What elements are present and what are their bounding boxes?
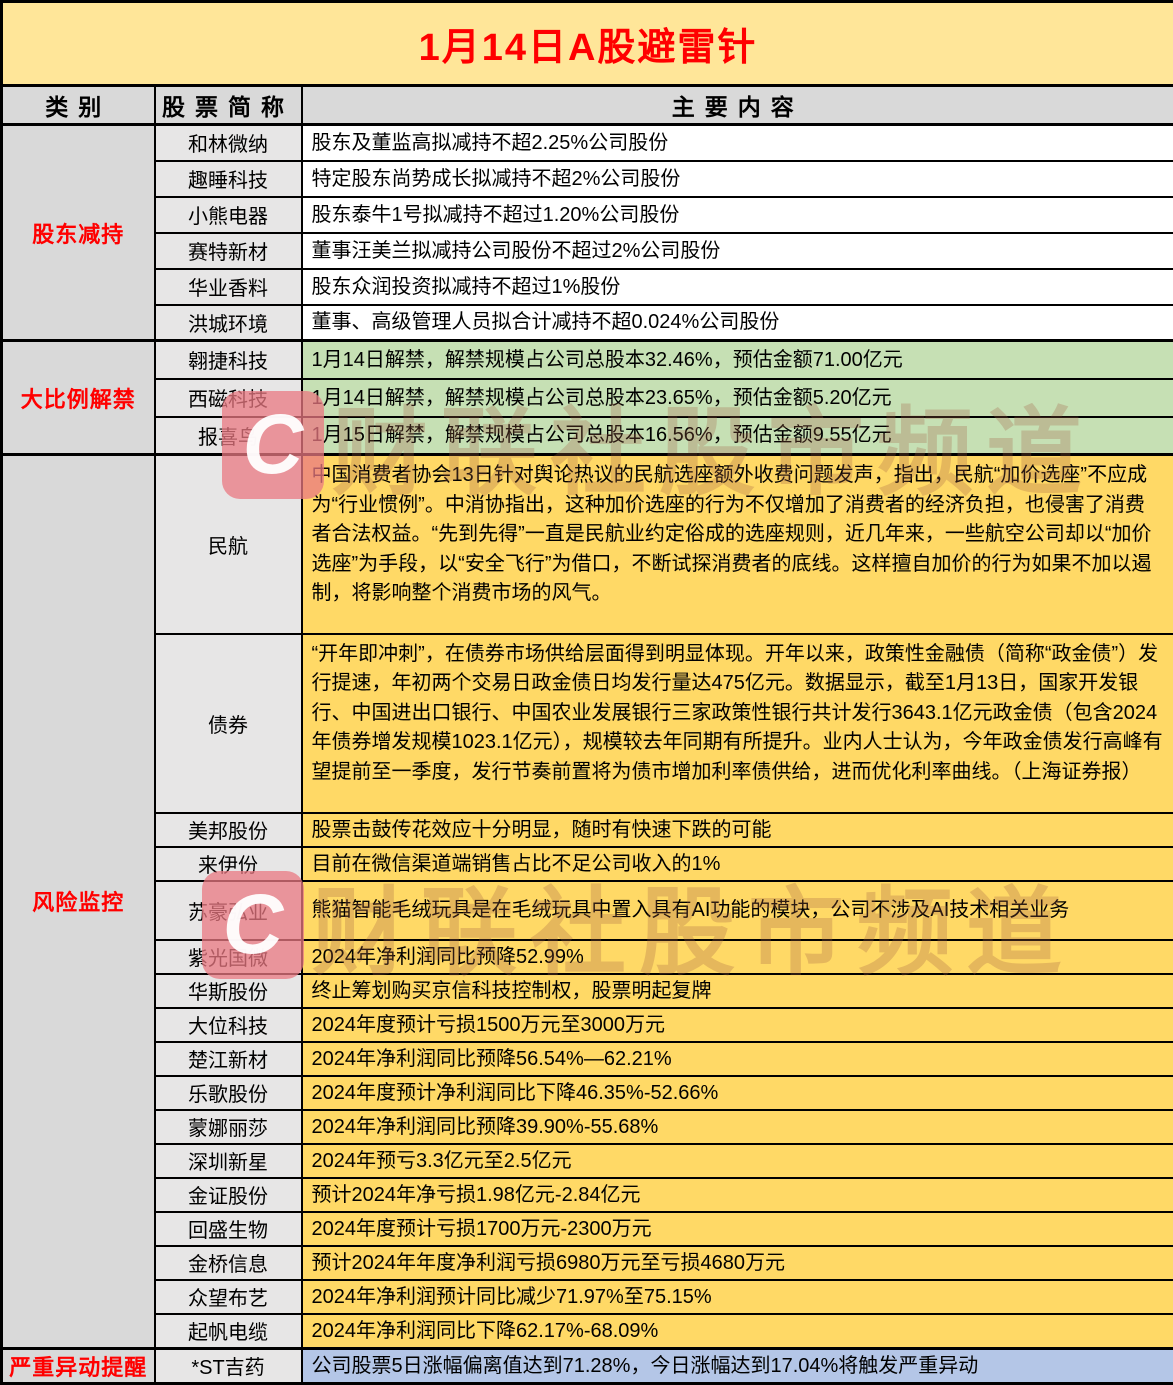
content-cell: 股东泰牛1号拟减持不超过1.20%公司股份 bbox=[302, 197, 1173, 233]
stock-cell: 洪城环境 bbox=[155, 305, 302, 341]
table-row: 风险监控民航中国消费者协会13日针对舆论热议的民航选座额外收费问题发声，指出，民… bbox=[2, 455, 1173, 634]
stock-cell: 金证股份 bbox=[155, 1178, 302, 1212]
content-cell: 预计2024年净亏损1.98亿元-2.84亿元 bbox=[302, 1178, 1173, 1212]
content-cell: 股东众润投资拟减持不超过1%股份 bbox=[302, 269, 1173, 305]
content-cell: 股东及董监高拟减持不超2.25%公司股份 bbox=[302, 125, 1173, 161]
content-cell: 1月14日解禁，解禁规模占公司总股本32.46%，预估金额71.00亿元 bbox=[302, 341, 1173, 379]
stock-cell: 来伊份 bbox=[155, 847, 302, 881]
table-row: 小熊电器股东泰牛1号拟减持不超过1.20%公司股份 bbox=[2, 197, 1173, 233]
table-row: 蒙娜丽莎2024年净利润同比预降39.90%-55.68% bbox=[2, 1110, 1173, 1144]
table-row: 金桥信息预计2024年年度净利润亏损6980万元至亏损4680万元 bbox=[2, 1246, 1173, 1280]
table-row: 回盛生物2024年度预计亏损1700万元-2300万元 bbox=[2, 1212, 1173, 1246]
table-row: 来伊份目前在微信渠道端销售占比不足公司收入的1% bbox=[2, 847, 1173, 881]
content-cell: 董事、高级管理人员拟合计减持不超0.024%公司股份 bbox=[302, 305, 1173, 341]
content-cell: 股票击鼓传花效应十分明显，随时有快速下跌的可能 bbox=[302, 813, 1173, 847]
content-cell: 2024年净利润同比预降56.54%—62.21% bbox=[302, 1042, 1173, 1076]
stock-cell: 起帆电缆 bbox=[155, 1314, 302, 1349]
table-row: 金证股份预计2024年净亏损1.98亿元-2.84亿元 bbox=[2, 1178, 1173, 1212]
stock-cell: *ST吉药 bbox=[155, 1348, 302, 1383]
content-cell: 终止筹划购买京信科技控制权，股票明起复牌 bbox=[302, 974, 1173, 1008]
content-cell: 公司股票5日涨幅偏离值达到71.28%，今日涨幅达到17.04%将触发严重异动 bbox=[302, 1348, 1173, 1383]
title-row: 1月14日A股避雷针 bbox=[2, 2, 1173, 86]
table-row: 报喜鸟1月15日解禁，解禁规模占公司总股本16.56%，预估金额9.55亿元 bbox=[2, 417, 1173, 455]
content-cell: 特定股东尚势成长拟减持不超2%公司股份 bbox=[302, 161, 1173, 197]
content-cell: 1月15日解禁，解禁规模占公司总股本16.56%，预估金额9.55亿元 bbox=[302, 417, 1173, 455]
stock-cell: 回盛生物 bbox=[155, 1212, 302, 1246]
stock-cell: 华斯股份 bbox=[155, 974, 302, 1008]
content-cell: 2024年净利润同比预降52.99% bbox=[302, 940, 1173, 974]
table-row: 华斯股份终止筹划购买京信科技控制权，股票明起复牌 bbox=[2, 974, 1173, 1008]
content-cell: 目前在微信渠道端销售占比不足公司收入的1% bbox=[302, 847, 1173, 881]
stock-cell: 华业香料 bbox=[155, 269, 302, 305]
content-cell: 2024年度预计亏损1700万元-2300万元 bbox=[302, 1212, 1173, 1246]
stock-cell: 楚江新材 bbox=[155, 1042, 302, 1076]
stock-cell: 赛特新材 bbox=[155, 233, 302, 269]
stock-cell: 民航 bbox=[155, 455, 302, 634]
stock-cell: 翱捷科技 bbox=[155, 341, 302, 379]
table-row: 楚江新材2024年净利润同比预降56.54%—62.21% bbox=[2, 1042, 1173, 1076]
stock-cell: 金桥信息 bbox=[155, 1246, 302, 1280]
table-row: 深圳新星2024年预亏3.3亿元至2.5亿元 bbox=[2, 1144, 1173, 1178]
table-row: 大位科技2024年度预计亏损1500万元至3000万元 bbox=[2, 1008, 1173, 1042]
stock-cell: 趣睡科技 bbox=[155, 161, 302, 197]
content-cell: 2024年度预计净利润同比下降46.35%-52.66% bbox=[302, 1076, 1173, 1110]
table-row: 趣睡科技特定股东尚势成长拟减持不超2%公司股份 bbox=[2, 161, 1173, 197]
stock-cell: 和林微纳 bbox=[155, 125, 302, 161]
stock-cell: 乐歌股份 bbox=[155, 1076, 302, 1110]
table-row: 洪城环境董事、高级管理人员拟合计减持不超0.024%公司股份 bbox=[2, 305, 1173, 341]
table-row: 西磁科技1月14日解禁，解禁规模占公司总股本23.65%，预估金额5.20亿元 bbox=[2, 379, 1173, 417]
content-cell: 熊猫智能毛绒玩具是在毛绒玩具中置入具有AI功能的模块，公司不涉及AI技术相关业务 bbox=[302, 881, 1173, 940]
stock-cell: 紫光国微 bbox=[155, 940, 302, 974]
stock-cell: 小熊电器 bbox=[155, 197, 302, 233]
table-row: 苏豪弘业熊猫智能毛绒玩具是在毛绒玩具中置入具有AI功能的模块，公司不涉及AI技术… bbox=[2, 881, 1173, 940]
table-body: 股东减持和林微纳股东及董监高拟减持不超2.25%公司股份趣睡科技特定股东尚势成长… bbox=[2, 125, 1173, 1384]
content-cell: 2024年净利润预计同比减少71.97%至75.15% bbox=[302, 1280, 1173, 1314]
stock-cell: 众望布艺 bbox=[155, 1280, 302, 1314]
table-row: 华业香料股东众润投资拟减持不超过1%股份 bbox=[2, 269, 1173, 305]
content-cell: 1月14日解禁，解禁规模占公司总股本23.65%，预估金额5.20亿元 bbox=[302, 379, 1173, 417]
page-title: 1月14日A股避雷针 bbox=[2, 2, 1173, 86]
content-cell: 2024年预亏3.3亿元至2.5亿元 bbox=[302, 1144, 1173, 1178]
table-row: 乐歌股份2024年度预计净利润同比下降46.35%-52.66% bbox=[2, 1076, 1173, 1110]
column-header-stock: 股票简称 bbox=[155, 86, 302, 125]
table-row: 众望布艺2024年净利润预计同比减少71.97%至75.15% bbox=[2, 1280, 1173, 1314]
stock-cell: 报喜鸟 bbox=[155, 417, 302, 455]
header-row: 类别 股票简称 主要内容 bbox=[2, 86, 1173, 125]
content-cell: 中国消费者协会13日针对舆论热议的民航选座额外收费问题发声，指出，民航“加价选座… bbox=[302, 455, 1173, 634]
column-header-category: 类别 bbox=[2, 86, 155, 125]
table-row: 赛特新材董事汪美兰拟减持公司股份不超过2%公司股份 bbox=[2, 233, 1173, 269]
stock-cell: 大位科技 bbox=[155, 1008, 302, 1042]
category-cell: 风险监控 bbox=[2, 455, 155, 1349]
table-row: 大比例解禁翱捷科技1月14日解禁，解禁规模占公司总股本32.46%，预估金额71… bbox=[2, 341, 1173, 379]
stock-cell: 美邦股份 bbox=[155, 813, 302, 847]
content-cell: 2024年度预计亏损1500万元至3000万元 bbox=[302, 1008, 1173, 1042]
table-row: 债券“开年即冲刺”，在债券市场供给层面得到明显体现。开年以来，政策性金融债（简称… bbox=[2, 634, 1173, 813]
stock-alert-table: 1月14日A股避雷针 类别 股票简称 主要内容 股东减持和林微纳股东及董监高拟减… bbox=[0, 0, 1173, 1385]
stock-cell: 西磁科技 bbox=[155, 379, 302, 417]
table-row: 严重异动提醒*ST吉药公司股票5日涨幅偏离值达到71.28%，今日涨幅达到17.… bbox=[2, 1348, 1173, 1383]
content-cell: 2024年净利润同比预降39.90%-55.68% bbox=[302, 1110, 1173, 1144]
table-row: 起帆电缆2024年净利润同比下降62.17%-68.09% bbox=[2, 1314, 1173, 1349]
table-row: 股东减持和林微纳股东及董监高拟减持不超2.25%公司股份 bbox=[2, 125, 1173, 161]
column-header-content: 主要内容 bbox=[302, 86, 1173, 125]
stock-cell: 苏豪弘业 bbox=[155, 881, 302, 940]
stock-cell: 蒙娜丽莎 bbox=[155, 1110, 302, 1144]
spreadsheet-infographic: 1月14日A股避雷针 类别 股票简称 主要内容 股东减持和林微纳股东及董监高拟减… bbox=[0, 0, 1173, 1385]
content-cell: 2024年净利润同比下降62.17%-68.09% bbox=[302, 1314, 1173, 1349]
stock-cell: 债券 bbox=[155, 634, 302, 813]
category-cell: 严重异动提醒 bbox=[2, 1348, 155, 1383]
content-cell: 预计2024年年度净利润亏损6980万元至亏损4680万元 bbox=[302, 1246, 1173, 1280]
stock-cell: 深圳新星 bbox=[155, 1144, 302, 1178]
content-cell: 董事汪美兰拟减持公司股份不超过2%公司股份 bbox=[302, 233, 1173, 269]
table-row: 紫光国微2024年净利润同比预降52.99% bbox=[2, 940, 1173, 974]
content-cell: “开年即冲刺”，在债券市场供给层面得到明显体现。开年以来，政策性金融债（简称“政… bbox=[302, 634, 1173, 813]
category-cell: 股东减持 bbox=[2, 125, 155, 341]
category-cell: 大比例解禁 bbox=[2, 341, 155, 455]
table-row: 美邦股份股票击鼓传花效应十分明显，随时有快速下跌的可能 bbox=[2, 813, 1173, 847]
